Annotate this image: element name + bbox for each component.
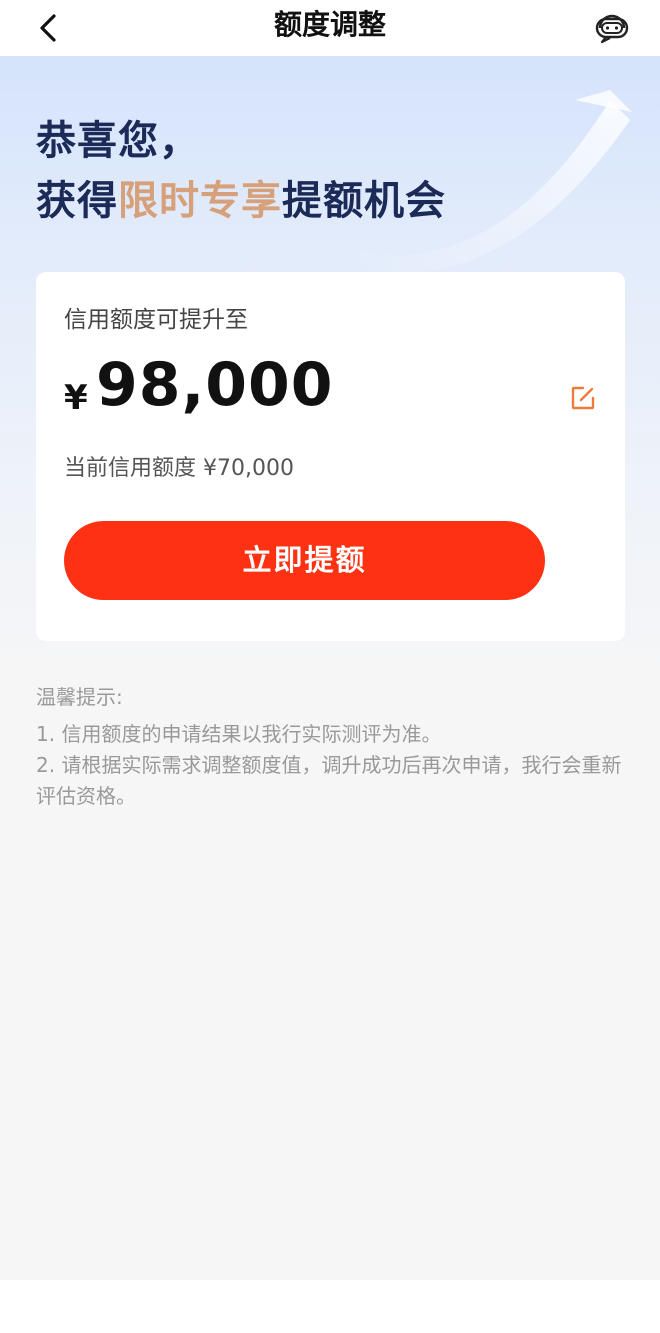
currency-symbol: ¥ <box>64 378 88 418</box>
hero-headline-highlight: 限时专享 <box>118 178 282 224</box>
hero-greeting: 恭喜您， <box>36 118 200 164</box>
limit-label: 信用额度可提升至 <box>64 307 248 333</box>
tips-title: 温馨提示: <box>36 685 123 709</box>
page-title: 额度调整 <box>273 8 386 41</box>
customer-service-button[interactable] <box>592 6 632 46</box>
tips-section: 温馨提示: 1. 信用额度的申请结果以我行实际测评为准。 2. 请根据实际需求调… <box>36 682 626 812</box>
current-limit-text: 当前信用额度 ¥70,000 <box>64 456 294 481</box>
edit-icon <box>571 386 595 410</box>
hero-headline: 获得限时专享提额机会 <box>36 168 446 226</box>
tip-item-1: 1. 信用额度的申请结果以我行实际测评为准。 <box>36 722 442 746</box>
hero-headline-prefix: 获得 <box>36 178 118 224</box>
nav-bar: 额度调整 <box>0 0 660 56</box>
increase-limit-button[interactable]: 立即提额 <box>64 521 545 600</box>
bottom-safe-area <box>0 1280 660 1333</box>
hero-headline-suffix: 提额机会 <box>282 178 446 224</box>
target-limit-amount: 98,000 <box>96 350 334 420</box>
credit-limit-card: 信用额度可提升至 ¥ 98,000 当前信用额度 ¥70,000 立即提额 <box>36 272 625 641</box>
edit-amount-button[interactable] <box>570 385 596 411</box>
customer-service-robot-icon <box>595 14 629 44</box>
tip-item-2: 2. 请根据实际需求调整额度值，调升成功后再次申请，我行会重新评估资格。 <box>36 753 622 808</box>
